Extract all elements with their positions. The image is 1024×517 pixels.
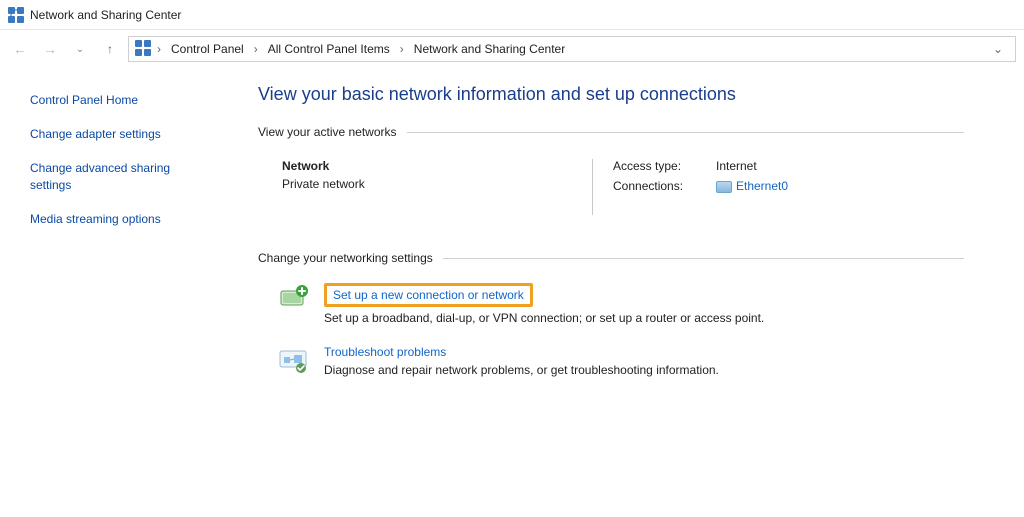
ethernet-adapter-icon: [716, 181, 732, 193]
breadcrumb-item[interactable]: Network and Sharing Center: [410, 40, 569, 58]
task-desc: Diagnose and repair network problems, or…: [324, 363, 719, 377]
sidebar-item-control-panel-home[interactable]: Control Panel Home: [30, 92, 210, 108]
nav-up-button[interactable]: ↑: [98, 37, 122, 61]
network-sharing-center-icon: [135, 40, 151, 59]
breadcrumb[interactable]: › Control Panel › All Control Panel Item…: [128, 36, 1016, 62]
access-type-value: Internet: [716, 159, 788, 173]
sidebar-item-change-advanced-sharing[interactable]: Change advanced sharing settings: [30, 160, 210, 192]
divider: [407, 132, 964, 133]
access-type-label: Access type:: [613, 159, 708, 173]
sidebar-item-change-adapter-settings[interactable]: Change adapter settings: [30, 126, 210, 142]
section-heading-change-settings: Change your networking settings: [258, 251, 433, 265]
main-content: View your basic network information and …: [230, 68, 1024, 517]
chevron-right-icon[interactable]: ›: [155, 40, 163, 58]
breadcrumb-item[interactable]: Control Panel: [167, 40, 248, 58]
sidebar-item-media-streaming-options[interactable]: Media streaming options: [30, 211, 210, 227]
nav-recent-dropdown[interactable]: ⌄: [68, 37, 92, 61]
highlight-box: Set up a new connection or network: [324, 283, 533, 307]
section-heading-active-networks: View your active networks: [258, 125, 397, 139]
breadcrumb-dropdown[interactable]: ⌄: [987, 42, 1009, 56]
divider: [592, 159, 593, 215]
connections-label: Connections:: [613, 179, 708, 193]
task-troubleshoot: Troubleshoot problems Diagnose and repai…: [258, 339, 964, 391]
titlebar: Network and Sharing Center: [0, 0, 1024, 30]
breadcrumb-item[interactable]: All Control Panel Items: [264, 40, 394, 58]
chevron-right-icon[interactable]: ›: [398, 40, 406, 58]
network-name: Network: [282, 159, 592, 173]
network-type: Private network: [282, 177, 592, 191]
address-bar: ← → ⌄ ↑ › Control Panel › All Control Pa…: [0, 30, 1024, 68]
task-desc: Set up a broadband, dial-up, or VPN conn…: [324, 311, 764, 325]
connection-link[interactable]: Ethernet0: [736, 179, 788, 193]
nav-forward-button[interactable]: →: [38, 37, 62, 61]
sidebar: Control Panel Home Change adapter settin…: [0, 68, 230, 517]
divider: [443, 258, 964, 259]
page-title: View your basic network information and …: [258, 84, 964, 105]
task-setup-connection: Set up a new connection or network Set u…: [258, 277, 964, 339]
nav-back-button[interactable]: ←: [8, 37, 32, 61]
active-network-row: Network Private network Access type: Int…: [258, 151, 964, 245]
setup-connection-icon: [278, 283, 310, 315]
chevron-right-icon[interactable]: ›: [252, 40, 260, 58]
task-link-troubleshoot[interactable]: Troubleshoot problems: [324, 345, 446, 359]
task-link-setup-connection[interactable]: Set up a new connection or network: [333, 288, 524, 302]
troubleshoot-icon: [278, 345, 310, 377]
window-title: Network and Sharing Center: [30, 8, 181, 22]
network-sharing-center-icon: [8, 7, 24, 23]
